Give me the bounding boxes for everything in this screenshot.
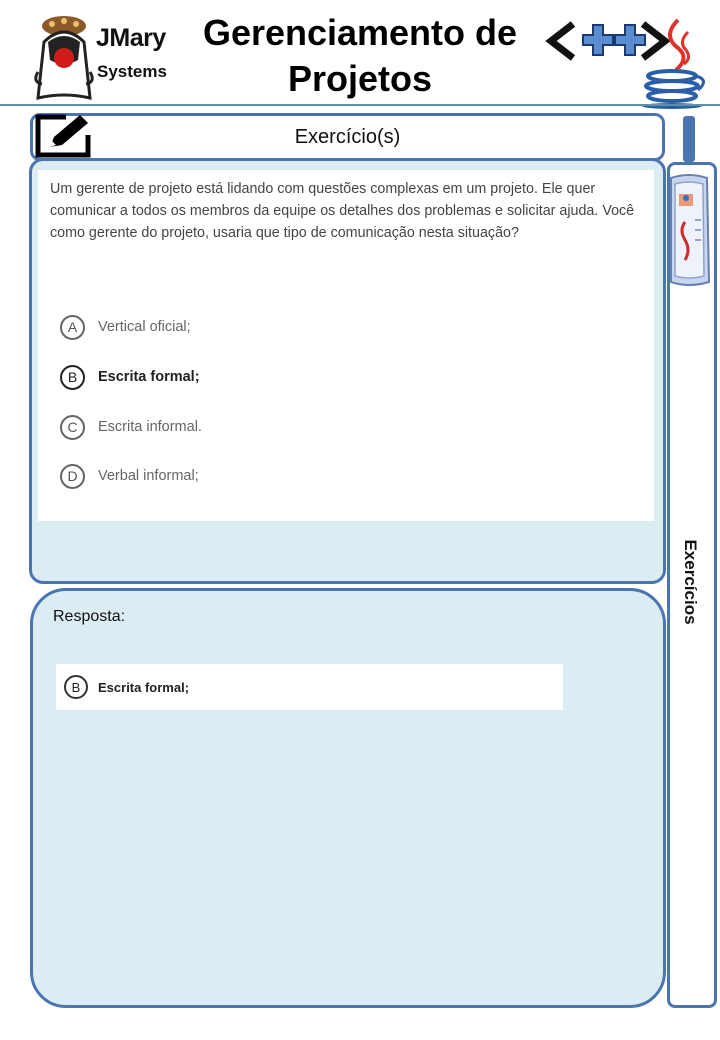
- answer-label: Resposta:: [53, 608, 126, 625]
- option-label: Escrita informal.: [98, 419, 202, 435]
- duke-mascot-logo: [34, 16, 94, 100]
- option-b[interactable]: B Escrita formal;: [60, 362, 200, 392]
- brand-name: JMary: [96, 24, 166, 52]
- answer-card: B Escrita formal;: [56, 664, 563, 710]
- option-a[interactable]: A Vertical oficial;: [60, 312, 191, 342]
- sidebar-tab-handle: [683, 116, 695, 162]
- option-c[interactable]: C Escrita informal.: [60, 412, 202, 442]
- option-letter: D: [60, 463, 85, 489]
- exercise-title: Exercício(s): [294, 126, 401, 148]
- answer-letter: B: [64, 675, 88, 699]
- newspaper-icon: [670, 174, 711, 286]
- sidebar-label: Exercícios: [681, 539, 700, 625]
- brand-subtitle: Systems: [97, 62, 167, 81]
- exercise-header-bar: Exercício(s): [30, 113, 665, 161]
- java-cup-icon: [642, 18, 705, 109]
- option-label: Vertical oficial;: [98, 319, 191, 335]
- option-letter: B: [60, 364, 85, 390]
- page-title: Gerenciamento de Projetos: [202, 12, 518, 99]
- question-text: Um gerente de projeto está lidando com q…: [50, 181, 635, 241]
- option-d[interactable]: D Verbal informal;: [60, 461, 199, 491]
- header-divider: [0, 104, 720, 106]
- option-label: Escrita formal;: [98, 369, 200, 385]
- answer-panel: [30, 588, 666, 1008]
- pencil-edit-icon: [35, 114, 91, 158]
- option-letter: A: [60, 314, 85, 340]
- answer-text: Escrita formal;: [98, 679, 190, 695]
- option-letter: C: [60, 414, 85, 440]
- option-label: Verbal informal;: [98, 468, 199, 484]
